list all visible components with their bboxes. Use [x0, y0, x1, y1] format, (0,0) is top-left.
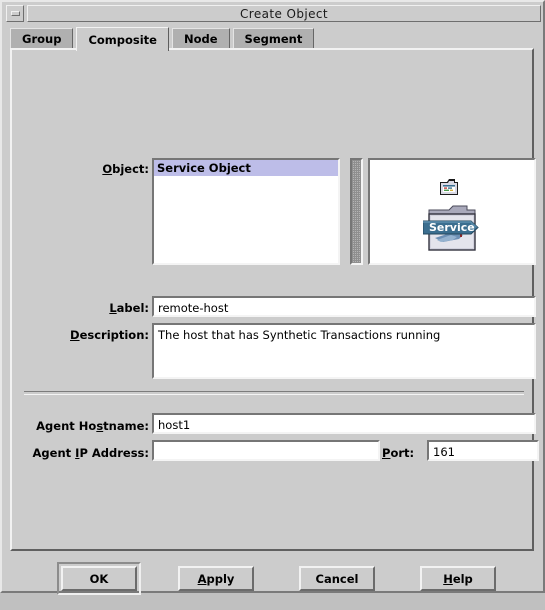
cancel-button[interactable]: Cancel	[299, 566, 375, 591]
label-input-value: remote-host	[158, 301, 229, 315]
agent-hostname-label: Agent Hostname:	[36, 419, 149, 433]
agent-hostname-value: host1	[158, 418, 191, 432]
title-bar: Create Object	[4, 4, 543, 23]
tab-composite[interactable]: Composite	[76, 27, 169, 51]
window-title: Create Object	[240, 6, 328, 21]
port-label: Port:	[382, 446, 415, 460]
object-list-scrollbar[interactable]	[350, 158, 363, 265]
port-value: 161	[433, 445, 455, 459]
tab-composite-label: Composite	[88, 32, 157, 47]
composite-tab-panel: Object: Service Object Service Label: re…	[10, 48, 539, 551]
tab-group-label: Group	[22, 32, 62, 46]
minimize-icon	[10, 11, 20, 16]
description-mnemonic: D	[70, 328, 80, 342]
tab-node[interactable]: Node	[171, 28, 230, 49]
apply-button[interactable]: Apply	[178, 566, 254, 591]
label-input[interactable]: remote-host	[152, 296, 536, 317]
label-mnemonic: L	[109, 301, 117, 315]
description-input[interactable]: The host that has Synthetic Transactions…	[152, 323, 536, 379]
service-banner-text: Service	[429, 221, 475, 234]
object-mnemonic: O	[102, 162, 113, 176]
agent-hostname-input[interactable]: host1	[152, 413, 536, 434]
label-field-label: Label:	[109, 301, 149, 315]
minimize-button[interactable]	[6, 5, 24, 22]
tab-segment-label: Segment	[244, 32, 303, 46]
tab-node-label: Node	[183, 32, 218, 46]
button-row: OK Apply Cancel Help	[6, 558, 545, 610]
folder-contents-icon	[440, 179, 458, 195]
create-object-window: Create Object Group Composite Node Segme…	[0, 0, 545, 595]
ok-button[interactable]: OK	[61, 566, 137, 591]
title-area: Create Object	[27, 5, 541, 22]
tab-group[interactable]: Group	[10, 28, 74, 49]
dialog-body: Group Composite Node Segment Object: Ser…	[4, 23, 543, 595]
agent-ip-address-label: Agent IP Address:	[32, 446, 149, 460]
help-button[interactable]: Help	[420, 566, 496, 591]
port-input[interactable]: 161	[427, 440, 539, 461]
object-label: Object:	[102, 162, 149, 176]
description-field-label: Description:	[70, 328, 149, 342]
service-banner: Service	[423, 220, 479, 235]
icon-preview-panel: Service	[368, 158, 536, 265]
agent-ip-address-value	[154, 442, 378, 445]
section-separator	[24, 391, 524, 395]
tab-segment[interactable]: Segment	[232, 28, 315, 49]
agent-ip-address-input[interactable]	[152, 440, 380, 461]
description-input-value: The host that has Synthetic Transactions…	[158, 328, 441, 342]
list-item[interactable]: Service Object	[154, 160, 338, 176]
object-list[interactable]: Service Object	[152, 158, 340, 265]
tab-bar: Group Composite Node Segment	[10, 27, 317, 51]
service-folder-icon: Service	[423, 205, 479, 251]
